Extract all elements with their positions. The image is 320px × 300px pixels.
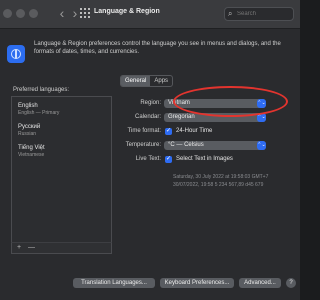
chevron-updown-icon: ⌃⌄ — [257, 141, 266, 150]
window-title: Language & Region — [94, 8, 160, 15]
zoom-window-button[interactable] — [29, 9, 38, 18]
grid-icon[interactable] — [80, 8, 90, 18]
calendar-popup[interactable]: Gregorian ⌃⌄ — [164, 113, 266, 122]
calendar-label: Calendar: — [134, 114, 161, 120]
region-value: Vietnam — [168, 100, 190, 106]
search-icon: ⌕ — [228, 9, 233, 18]
language-name: English — [18, 103, 38, 109]
language-subtitle: English — Primary — [18, 110, 60, 116]
live-text-value: Select Text in Images — [176, 156, 233, 162]
back-button[interactable]: ‹ — [55, 6, 69, 20]
preferences-window: ‹ › Language & Region ⌕ Language & Regio… — [0, 0, 300, 300]
translation-languages-button[interactable]: Translation Languages... — [73, 278, 155, 288]
calendar-value: Gregorian — [168, 114, 195, 120]
minimize-window-button[interactable] — [16, 9, 25, 18]
time-format-checkbox[interactable]: ✓ — [165, 128, 172, 135]
tab-general[interactable]: General — [121, 76, 151, 86]
temperature-value: °C — Celsius — [168, 142, 204, 148]
language-name: Tiếng Việt — [18, 145, 45, 151]
region-popup[interactable]: Vietnam ⌃⌄ — [164, 99, 266, 108]
chevron-updown-icon: ⌃⌄ — [257, 113, 266, 122]
globe-flag-icon — [7, 45, 25, 63]
language-subtitle: Vietnamese — [18, 152, 45, 158]
advanced-button[interactable]: Advanced... — [239, 278, 281, 288]
preferred-languages-list: English English — Primary Русский Russia… — [11, 96, 112, 253]
temperature-popup[interactable]: °C — Celsius ⌃⌄ — [164, 141, 266, 150]
region-label: Region: — [140, 100, 161, 106]
language-list-toolbar: + — — [11, 242, 112, 254]
sample-date-line: Saturday, 30 July 2022 at 19:58:03 GMT+7 — [173, 174, 269, 180]
remove-language-button[interactable]: — — [28, 243, 35, 252]
keyboard-preferences-button[interactable]: Keyboard Preferences... — [160, 278, 234, 288]
format-samples: Saturday, 30 July 2022 at 19:58:03 GMT+7… — [173, 173, 268, 189]
list-item[interactable]: English English — Primary — [18, 103, 59, 117]
time-format-value: 24-Hour Time — [176, 128, 213, 134]
tab-apps[interactable]: Apps — [150, 76, 172, 86]
preferred-languages-label: Preferred languages: — [13, 87, 70, 93]
search-input[interactable] — [237, 8, 289, 20]
sample-number-line: 30/07/2022, 19:58 5 234 567,89 d45 679 — [173, 182, 264, 188]
language-subtitle: Russian — [18, 131, 37, 137]
language-name: Русский — [18, 124, 41, 130]
list-item[interactable]: Tiếng Việt Vietnamese — [18, 145, 45, 159]
intro-text: Language & Region preferences control th… — [34, 41, 281, 55]
add-language-button[interactable]: + — [17, 243, 21, 252]
title-bar: ‹ › Language & Region ⌕ — [0, 0, 300, 29]
live-text-label: Live Text: — [135, 156, 161, 162]
temperature-label: Temperature: — [125, 142, 161, 148]
live-text-checkbox[interactable]: ✓ — [165, 156, 172, 163]
search-field[interactable]: ⌕ — [224, 7, 294, 21]
time-format-label: Time format: — [127, 128, 161, 134]
help-button[interactable]: ? — [286, 278, 296, 288]
list-item[interactable]: Русский Russian — [18, 124, 40, 138]
tab-bar: General Apps — [120, 75, 174, 87]
close-window-button[interactable] — [3, 9, 12, 18]
chevron-updown-icon: ⌃⌄ — [257, 99, 266, 108]
